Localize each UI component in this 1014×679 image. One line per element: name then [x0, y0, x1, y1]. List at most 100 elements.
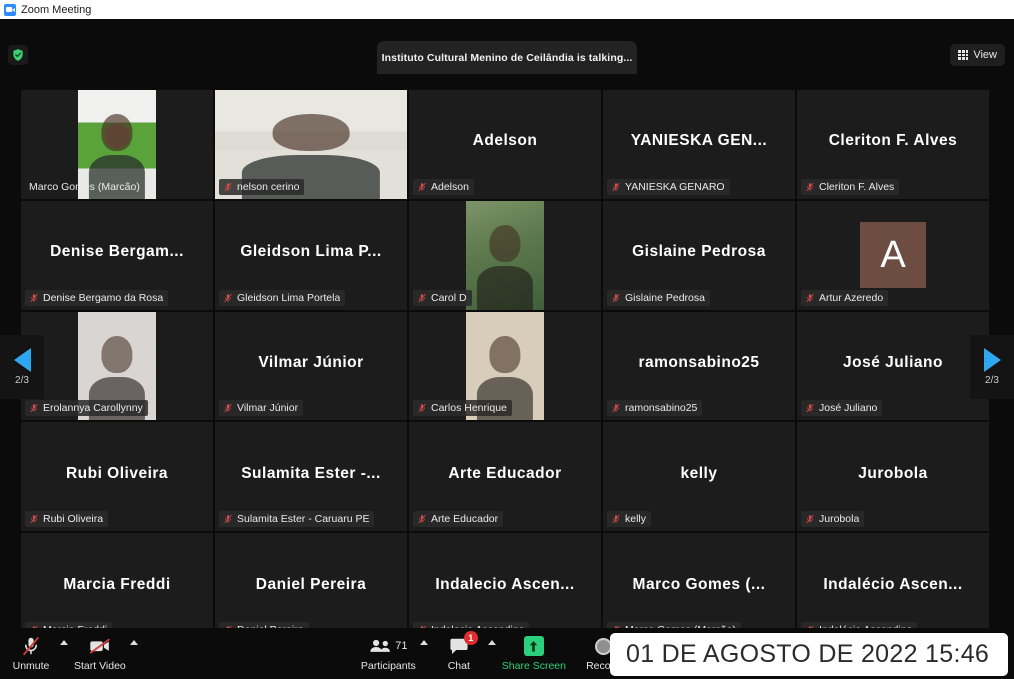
participant-tile[interactable]: Denise Bergam... Denise Bergamo da Rosa — [21, 200, 213, 310]
start-video-button[interactable]: Start Video — [68, 628, 132, 679]
microphone-off-icon — [223, 181, 233, 193]
gallery-next-page-button[interactable]: 2/3 — [970, 335, 1014, 399]
participant-display-name: Jurobola — [858, 464, 928, 482]
participant-tile[interactable]: kelly kelly — [603, 422, 795, 532]
participants-button[interactable]: 71 Participants — [355, 628, 422, 679]
participant-tile[interactable]: Gleidson Lima P... Gleidson Lima Portela — [215, 200, 407, 310]
participant-name-strip: kelly — [607, 511, 652, 528]
participant-name-label: Carol D — [431, 291, 467, 304]
shield-check-icon[interactable] — [8, 45, 28, 65]
participant-tile[interactable]: Marco Gomes (Marcão)Marco Gomes (Marcão) — [21, 90, 213, 199]
chat-unread-badge: 1 — [463, 631, 478, 645]
participant-name-strip: Marco Gomes (Marcão) — [25, 179, 145, 195]
participant-gallery: Marco Gomes (Marcão)Marco Gomes (Marcão)… — [21, 90, 989, 642]
participant-tile[interactable]: Daniel PereiraDaniel Pereira — [215, 533, 407, 642]
participant-display-name: Rubi Oliveira — [65, 464, 169, 482]
participant-display-name: Adelson — [472, 132, 538, 150]
person-silhouette — [101, 113, 133, 151]
view-button[interactable]: View — [950, 44, 1005, 66]
participant-name-label: YANIESKA GENARO — [625, 180, 725, 193]
participant-name-label: Marco Gomes (Marcão) — [29, 180, 140, 193]
gallery-prev-page-button[interactable]: 2/3 — [0, 335, 44, 399]
participant-tile[interactable]: Gislaine Pedrosa Gislaine Pedrosa — [603, 200, 795, 310]
window-titlebar: Zoom Meeting — [0, 0, 1014, 19]
participant-name-strip: Artur Azeredo — [801, 289, 889, 306]
microphone-off-icon — [417, 181, 427, 193]
participant-display-name: Vilmar Júnior — [258, 353, 364, 371]
zoom-meeting-window: Instituto Cultural Menino de Ceilândia i… — [0, 19, 1014, 679]
timestamp-overlay: 01 DE AGOSTO DE 2022 15:46 — [610, 633, 1008, 676]
avatar: A — [860, 222, 926, 289]
video-control-group: Start Video — [68, 628, 138, 679]
person-silhouette — [272, 113, 350, 151]
microphone-off-icon — [223, 292, 233, 304]
microphone-off-icon — [417, 292, 427, 304]
participant-name-strip: Gislaine Pedrosa — [607, 289, 710, 306]
participant-name-label: Artur Azeredo — [819, 291, 884, 304]
microphone-off-icon — [611, 292, 621, 304]
microphone-off-icon — [611, 513, 621, 525]
timestamp-text: 01 DE AGOSTO DE 2022 15:46 — [626, 640, 990, 668]
participant-tile[interactable]: Indalecio Ascen...Indalecio Ascendino — [409, 533, 601, 642]
participant-display-name: Marcia Freddi — [63, 575, 171, 593]
microphone-off-icon — [223, 402, 233, 414]
microphone-off-icon — [29, 402, 39, 414]
zoom-camera-icon — [4, 3, 16, 16]
participant-display-name: kelly — [680, 464, 718, 482]
participant-display-name: Indalécio Ascen... — [823, 575, 963, 593]
microphone-off-icon — [417, 402, 427, 414]
participant-name-strip: Rubi Oliveira — [25, 511, 109, 528]
participant-name-strip: YANIESKA GENARO — [607, 178, 730, 195]
participant-name-strip: nelson cerino — [219, 178, 305, 195]
participant-name-strip: Gleidson Lima Portela — [219, 289, 346, 306]
participant-tile[interactable]: Arte Educador Arte Educador — [409, 422, 601, 532]
microphone-off-icon — [805, 513, 815, 525]
participant-name-strip: Jurobola — [801, 511, 865, 528]
participant-tile[interactable]: nelson cerinonelson cerino — [215, 90, 407, 199]
participants-count: 71 — [395, 640, 408, 652]
chat-button[interactable]: 1 Chat — [428, 628, 490, 679]
participant-name-label: Arte Educador — [431, 513, 499, 526]
participant-tile[interactable]: Carlos HenriqueCarlos Henrique — [409, 311, 601, 421]
participant-tile[interactable]: AArtur AzeredoArtur Azeredo — [797, 200, 989, 310]
participant-display-name: Sulamita Ester -... — [241, 464, 381, 482]
window-title: Zoom Meeting — [21, 3, 92, 16]
participant-display-name: ramonsabino25 — [638, 353, 760, 371]
participants-control-group: 71 Participants — [355, 628, 428, 679]
participant-tile[interactable]: Marcia FreddiMarcia Freddi — [21, 533, 213, 642]
participant-tile[interactable]: Jurobola Jurobola — [797, 422, 989, 532]
participant-tile[interactable]: Adelson Adelson — [409, 90, 601, 199]
participant-name-label: Carlos Henrique — [431, 402, 507, 415]
participant-display-name: Denise Bergam... — [50, 243, 184, 261]
participant-tile[interactable]: Carol DCarol D — [409, 200, 601, 310]
participant-tile[interactable]: Vilmar Júnior Vilmar Júnior — [215, 311, 407, 421]
participant-tile[interactable]: YANIESKA GEN... YANIESKA GENARO — [603, 90, 795, 199]
microphone-off-icon — [611, 181, 621, 193]
audio-control-group: Unmute — [0, 628, 68, 679]
participant-tile[interactable]: ramonsabino25 ramonsabino25 — [603, 311, 795, 421]
participant-display-name: Gleidson Lima P... — [240, 243, 382, 261]
microphone-off-icon — [417, 513, 427, 525]
participant-tile[interactable]: Indalécio Ascen...Indalécio Ascendino — [797, 533, 989, 642]
participant-display-name: Gislaine Pedrosa — [632, 243, 766, 261]
unmute-button[interactable]: Unmute — [0, 628, 62, 679]
participant-name-label: Vilmar Júnior — [237, 402, 299, 415]
participant-tile[interactable]: Cleriton F. Alves Cleriton F. Alves — [797, 90, 989, 199]
participant-display-name: Indalecio Ascen... — [435, 575, 575, 593]
person-silhouette-body — [476, 266, 534, 310]
profile-photo — [466, 200, 544, 310]
microphone-off-icon — [805, 292, 815, 304]
participant-tile[interactable]: José Juliano José Juliano — [797, 311, 989, 421]
record-circle-icon — [594, 635, 612, 657]
participant-tile[interactable]: Marco Gomes (...Marco Gomes (Marcão) — [603, 533, 795, 642]
participant-name-label: ramonsabino25 — [625, 402, 698, 415]
microphone-off-icon — [29, 513, 39, 525]
active-speaker-banner: Instituto Cultural Menino de Ceilândia i… — [377, 41, 637, 74]
share-screen-button[interactable]: Share Screen — [496, 628, 572, 679]
chevron-left-icon — [13, 348, 31, 372]
participant-name-label: Erolannya Carollynny — [43, 402, 143, 415]
participant-tile[interactable]: Erolannya CarollynnyErolannya Carollynny — [21, 311, 213, 421]
participant-tile[interactable]: Rubi Oliveira Rubi Oliveira — [21, 422, 213, 532]
participant-name-strip: Arte Educador — [413, 511, 504, 528]
participant-tile[interactable]: Sulamita Ester -... Sulamita Ester - Caru… — [215, 422, 407, 532]
